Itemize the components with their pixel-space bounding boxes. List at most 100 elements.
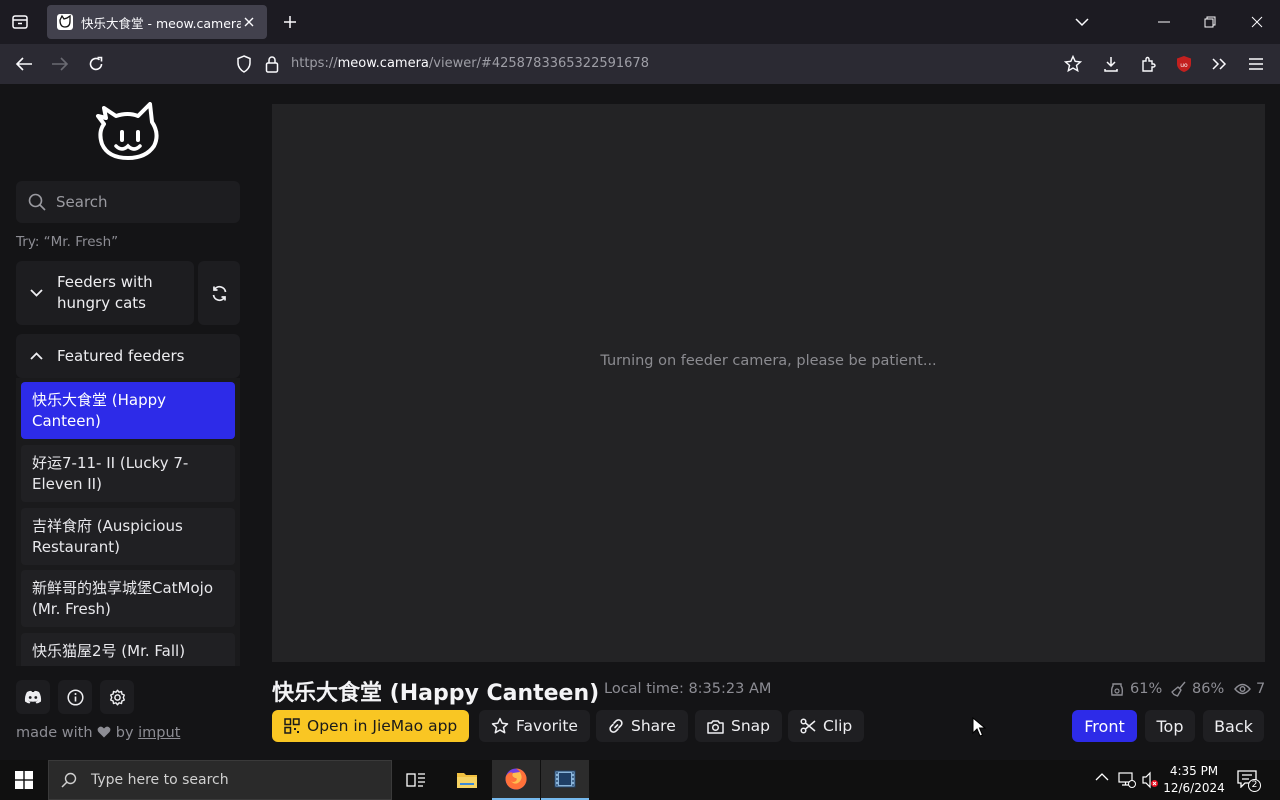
food-bag-icon <box>1110 683 1124 696</box>
extensions-icon[interactable] <box>1136 52 1160 76</box>
featured-feeders-toggle[interactable]: Featured feeders <box>16 334 240 378</box>
network-icon[interactable] <box>1118 771 1136 789</box>
ublock-origin-icon[interactable]: uo <box>1172 52 1196 76</box>
camera-icon <box>707 719 724 734</box>
taskbar-search-placeholder: Type here to search <box>91 772 229 788</box>
hungry-cats-toggle[interactable]: Feeders with hungry cats <box>16 261 194 325</box>
video-player-app-icon[interactable] <box>541 760 589 800</box>
volume-muted-icon[interactable] <box>1141 771 1159 789</box>
lock-icon[interactable] <box>265 55 279 73</box>
url-text[interactable]: https://meow.camera/viewer/#425878336532… <box>291 56 649 71</box>
feeder-item-mr-fall[interactable]: 快乐猫屋2号 (Mr. Fall) <box>21 633 235 666</box>
gear-icon <box>109 689 125 705</box>
search-input[interactable] <box>56 193 226 211</box>
tab-list-icon[interactable] <box>8 10 32 34</box>
feeder-item-lucky-7-eleven[interactable]: 好运7-11- II (Lucky 7-Eleven II) <box>21 445 235 502</box>
discord-icon <box>24 690 42 704</box>
task-view-icon[interactable] <box>392 760 440 800</box>
meow-camera-logo[interactable] <box>94 102 162 164</box>
made-with-text: made with <box>16 725 93 741</box>
clock-date: 12/6/2024 <box>1163 781 1225 795</box>
minimize-icon[interactable] <box>1154 12 1174 32</box>
food-level-value: 61% <box>1130 681 1163 697</box>
broom-icon <box>1171 681 1186 697</box>
windows-taskbar: Type here to search 4:35 PM 12/6/2024 2 <box>0 760 1280 800</box>
show-hidden-icons-chevron-icon[interactable] <box>1095 772 1109 782</box>
view-front-button[interactable]: Front <box>1072 710 1137 742</box>
chevron-down-icon <box>30 289 43 297</box>
close-tab-icon[interactable] <box>241 14 257 30</box>
bookmark-star-icon[interactable] <box>1061 52 1085 76</box>
new-tab-icon[interactable] <box>280 12 300 32</box>
link-icon <box>609 719 623 733</box>
made-with-credit: made with by imput <box>16 725 180 741</box>
info-button[interactable] <box>58 680 92 714</box>
camera-viewer[interactable]: Turning on feeder camera, please be pati… <box>272 104 1265 662</box>
snap-button[interactable]: Snap <box>695 710 782 742</box>
system-clock[interactable]: 4:35 PM 12/6/2024 <box>1160 763 1228 797</box>
hungry-cats-label: Feeders with hungry cats <box>57 273 153 312</box>
share-button[interactable]: Share <box>596 710 688 742</box>
browser-nav-bar: https://meow.camera/viewer/#425878336532… <box>0 44 1280 84</box>
by-text: by <box>115 725 134 741</box>
share-label: Share <box>631 717 676 735</box>
firefox-icon[interactable] <box>492 760 540 800</box>
feeder-item-mr-fresh[interactable]: 新鲜哥的独享城堡CatMojo (Mr. Fresh) <box>21 570 235 627</box>
favorite-button[interactable]: Favorite <box>479 710 590 742</box>
cleanliness-value: 86% <box>1192 681 1225 697</box>
notifications-icon[interactable]: 2 <box>1237 770 1261 792</box>
settings-button[interactable] <box>100 680 134 714</box>
loading-message: Turning on feeder camera, please be pati… <box>600 353 937 369</box>
local-time: Local time: 8:35:23 AM <box>604 681 772 697</box>
hamburger-menu-icon[interactable] <box>1244 52 1268 76</box>
featured-feeder-list[interactable]: 快乐大食堂 (Happy Canteen) 好运7-11- II (Lucky … <box>16 378 240 666</box>
back-arrow-icon[interactable] <box>12 52 36 76</box>
discord-button[interactable] <box>16 680 50 714</box>
svg-text:uo: uo <box>1180 62 1188 69</box>
downloads-icon[interactable] <box>1099 52 1123 76</box>
more-tools-chevrons-icon[interactable] <box>1207 52 1231 76</box>
taskbar-search-box[interactable]: Type here to search <box>48 760 392 800</box>
featured-feeders-label: Featured feeders <box>57 347 185 365</box>
star-icon <box>491 717 509 734</box>
heart-icon <box>97 726 111 738</box>
refresh-icon <box>212 285 226 301</box>
refresh-button[interactable] <box>198 261 240 325</box>
mouse-cursor-icon <box>972 717 986 737</box>
viewer-count-value: 7 <box>1256 681 1266 697</box>
clip-label: Clip <box>823 717 853 735</box>
chevron-down-icon[interactable] <box>1072 12 1092 32</box>
notification-count-badge: 2 <box>1248 779 1261 792</box>
info-icon <box>66 688 84 706</box>
feeder-title: 快乐大食堂 (Happy Canteen) <box>272 681 600 706</box>
url-bar[interactable]: https://meow.camera/viewer/#425878336532… <box>228 48 1063 80</box>
windows-start-icon[interactable] <box>0 760 48 800</box>
forward-arrow-icon[interactable] <box>48 52 72 76</box>
search-hint: Try: “Mr. Fresh” <box>16 234 119 250</box>
file-explorer-icon[interactable] <box>443 760 491 800</box>
clip-button[interactable]: Clip <box>788 710 865 742</box>
feeder-item-auspicious-restaurant[interactable]: 吉祥食府 (Auspicious Restaurant) <box>21 508 235 565</box>
author-link[interactable]: imput <box>138 725 180 741</box>
open-in-jiemao-app-button[interactable]: Open in JieMao app <box>272 710 470 742</box>
meow-camera-page: Try: “Mr. Fresh” Feeders with hungry cat… <box>0 84 1280 760</box>
browser-tab-strip: 快乐大食堂 - meow.camera <box>0 0 1280 44</box>
reload-icon[interactable] <box>84 52 108 76</box>
eye-icon <box>1234 683 1251 695</box>
scissors-icon <box>800 718 816 734</box>
clock-time: 4:35 PM <box>1169 764 1219 778</box>
feeder-search-box[interactable] <box>16 181 240 223</box>
shield-icon[interactable] <box>236 55 252 73</box>
view-back-button[interactable]: Back <box>1203 710 1264 742</box>
open-app-label: Open in JieMao app <box>307 717 458 735</box>
close-window-icon[interactable] <box>1247 12 1267 32</box>
active-tab[interactable]: 快乐大食堂 - meow.camera <box>47 5 267 39</box>
sidebar: Try: “Mr. Fresh” Feeders with hungry cat… <box>0 84 256 760</box>
feeder-item-happy-canteen[interactable]: 快乐大食堂 (Happy Canteen) <box>21 382 235 439</box>
restore-icon[interactable] <box>1200 12 1220 32</box>
favorite-label: Favorite <box>516 717 578 735</box>
search-icon <box>61 772 77 788</box>
view-top-button[interactable]: Top <box>1145 710 1195 742</box>
tab-title: 快乐大食堂 - meow.camera <box>81 15 241 31</box>
cleanliness-stat: 86% <box>1171 681 1224 697</box>
